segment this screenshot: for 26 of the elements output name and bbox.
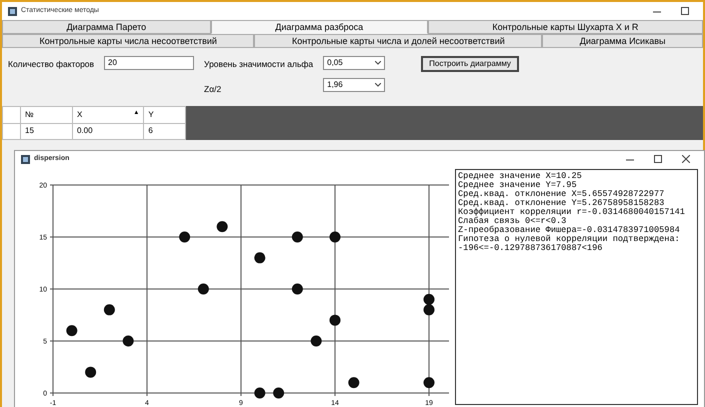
result-line: Среднее значение X=10.25: [458, 172, 583, 181]
result-line: -196<=-0.129788736170887<196: [458, 244, 604, 253]
result-line: Z-преобразование Фишера=-0.0314783971005984: [458, 226, 681, 235]
result-line: Сред.квад. отклонение X=5.65574928722977: [458, 190, 666, 199]
tab[interactable]: Контрольные карты числа и долей несоответствий: [254, 34, 542, 48]
tab[interactable]: Диаграмма разброса: [210, 20, 428, 34]
table-cell: 15: [20, 123, 72, 140]
tab[interactable]: Контрольные карты Шухарта X и R: [428, 20, 704, 34]
table-cell: 0.00: [72, 123, 144, 140]
build-diagram-button[interactable]: Построить диаграмму: [421, 56, 519, 72]
column-header[interactable]: Y: [144, 106, 186, 123]
column-header[interactable]: №: [20, 106, 72, 123]
factors-label: Количество факторов: [8, 58, 94, 71]
result-line: Слабая связь 0<=r<0.3: [458, 217, 568, 226]
result-line: Среднее значение Y=7.95: [458, 181, 578, 190]
factors-field[interactable]: 20: [104, 56, 194, 70]
result-line: Сред.квад. отклонение Y=5.26758958158283: [458, 199, 666, 208]
result-line: Коэффициент корреляции r=-0.0314680040157141: [458, 208, 686, 217]
tab[interactable]: Диаграмма Исикавы: [542, 34, 703, 48]
z-label: Zα/2: [204, 82, 222, 96]
tab[interactable]: Контрольные карты числа несоответствий: [2, 34, 254, 48]
tab[interactable]: Диаграмма Парето: [2, 20, 211, 34]
alpha-label: Уровень значимости альфа: [204, 58, 314, 71]
result-line: Гипотеза о нулевой корреляции подтверждена:: [458, 235, 681, 244]
alpha-dropdown[interactable]: 0,05: [323, 56, 386, 70]
z-dropdown[interactable]: 1,96: [323, 78, 386, 92]
